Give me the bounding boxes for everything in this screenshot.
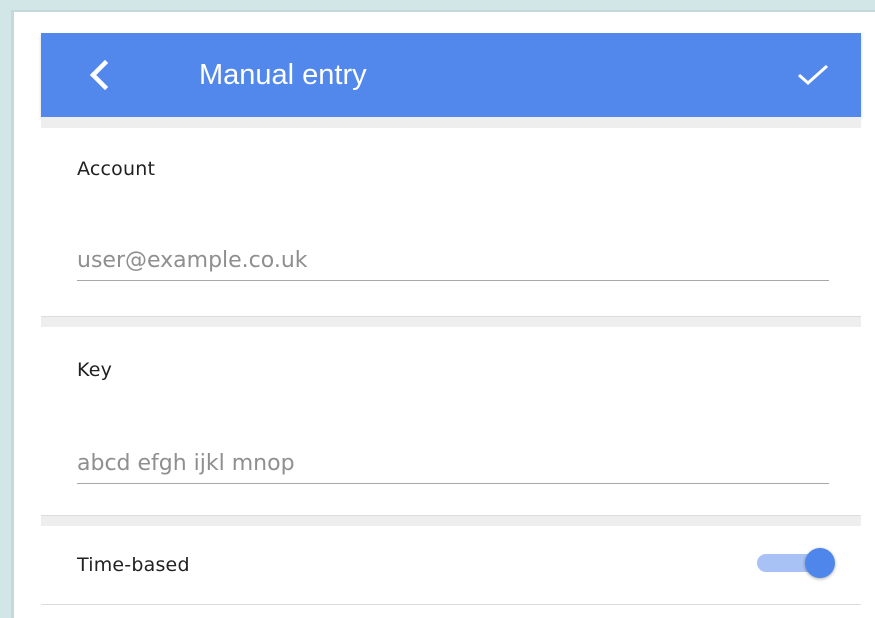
section-divider (41, 516, 861, 526)
page-title: Manual entry (199, 59, 367, 91)
key-label: Key (77, 359, 113, 381)
account-input[interactable] (77, 240, 829, 281)
key-section: Key (41, 327, 861, 516)
app-bar: Manual entry (41, 33, 861, 117)
device-frame: Manual entry Account Key Time-based (11, 10, 875, 618)
section-divider (41, 317, 861, 327)
account-label: Account (77, 158, 156, 180)
toggle-thumb (805, 548, 835, 578)
time-based-toggle[interactable] (757, 548, 837, 578)
app-screen: Manual entry Account Key Time-based (41, 33, 861, 618)
chevron-left-icon (89, 60, 109, 90)
key-input[interactable] (77, 443, 829, 484)
account-section: Account (41, 128, 861, 317)
checkmark-icon (798, 64, 829, 86)
time-based-section: Time-based (41, 526, 861, 605)
time-based-label: Time-based (77, 554, 190, 576)
done-button[interactable] (791, 55, 835, 95)
back-button[interactable] (79, 55, 119, 95)
section-divider (41, 117, 861, 128)
